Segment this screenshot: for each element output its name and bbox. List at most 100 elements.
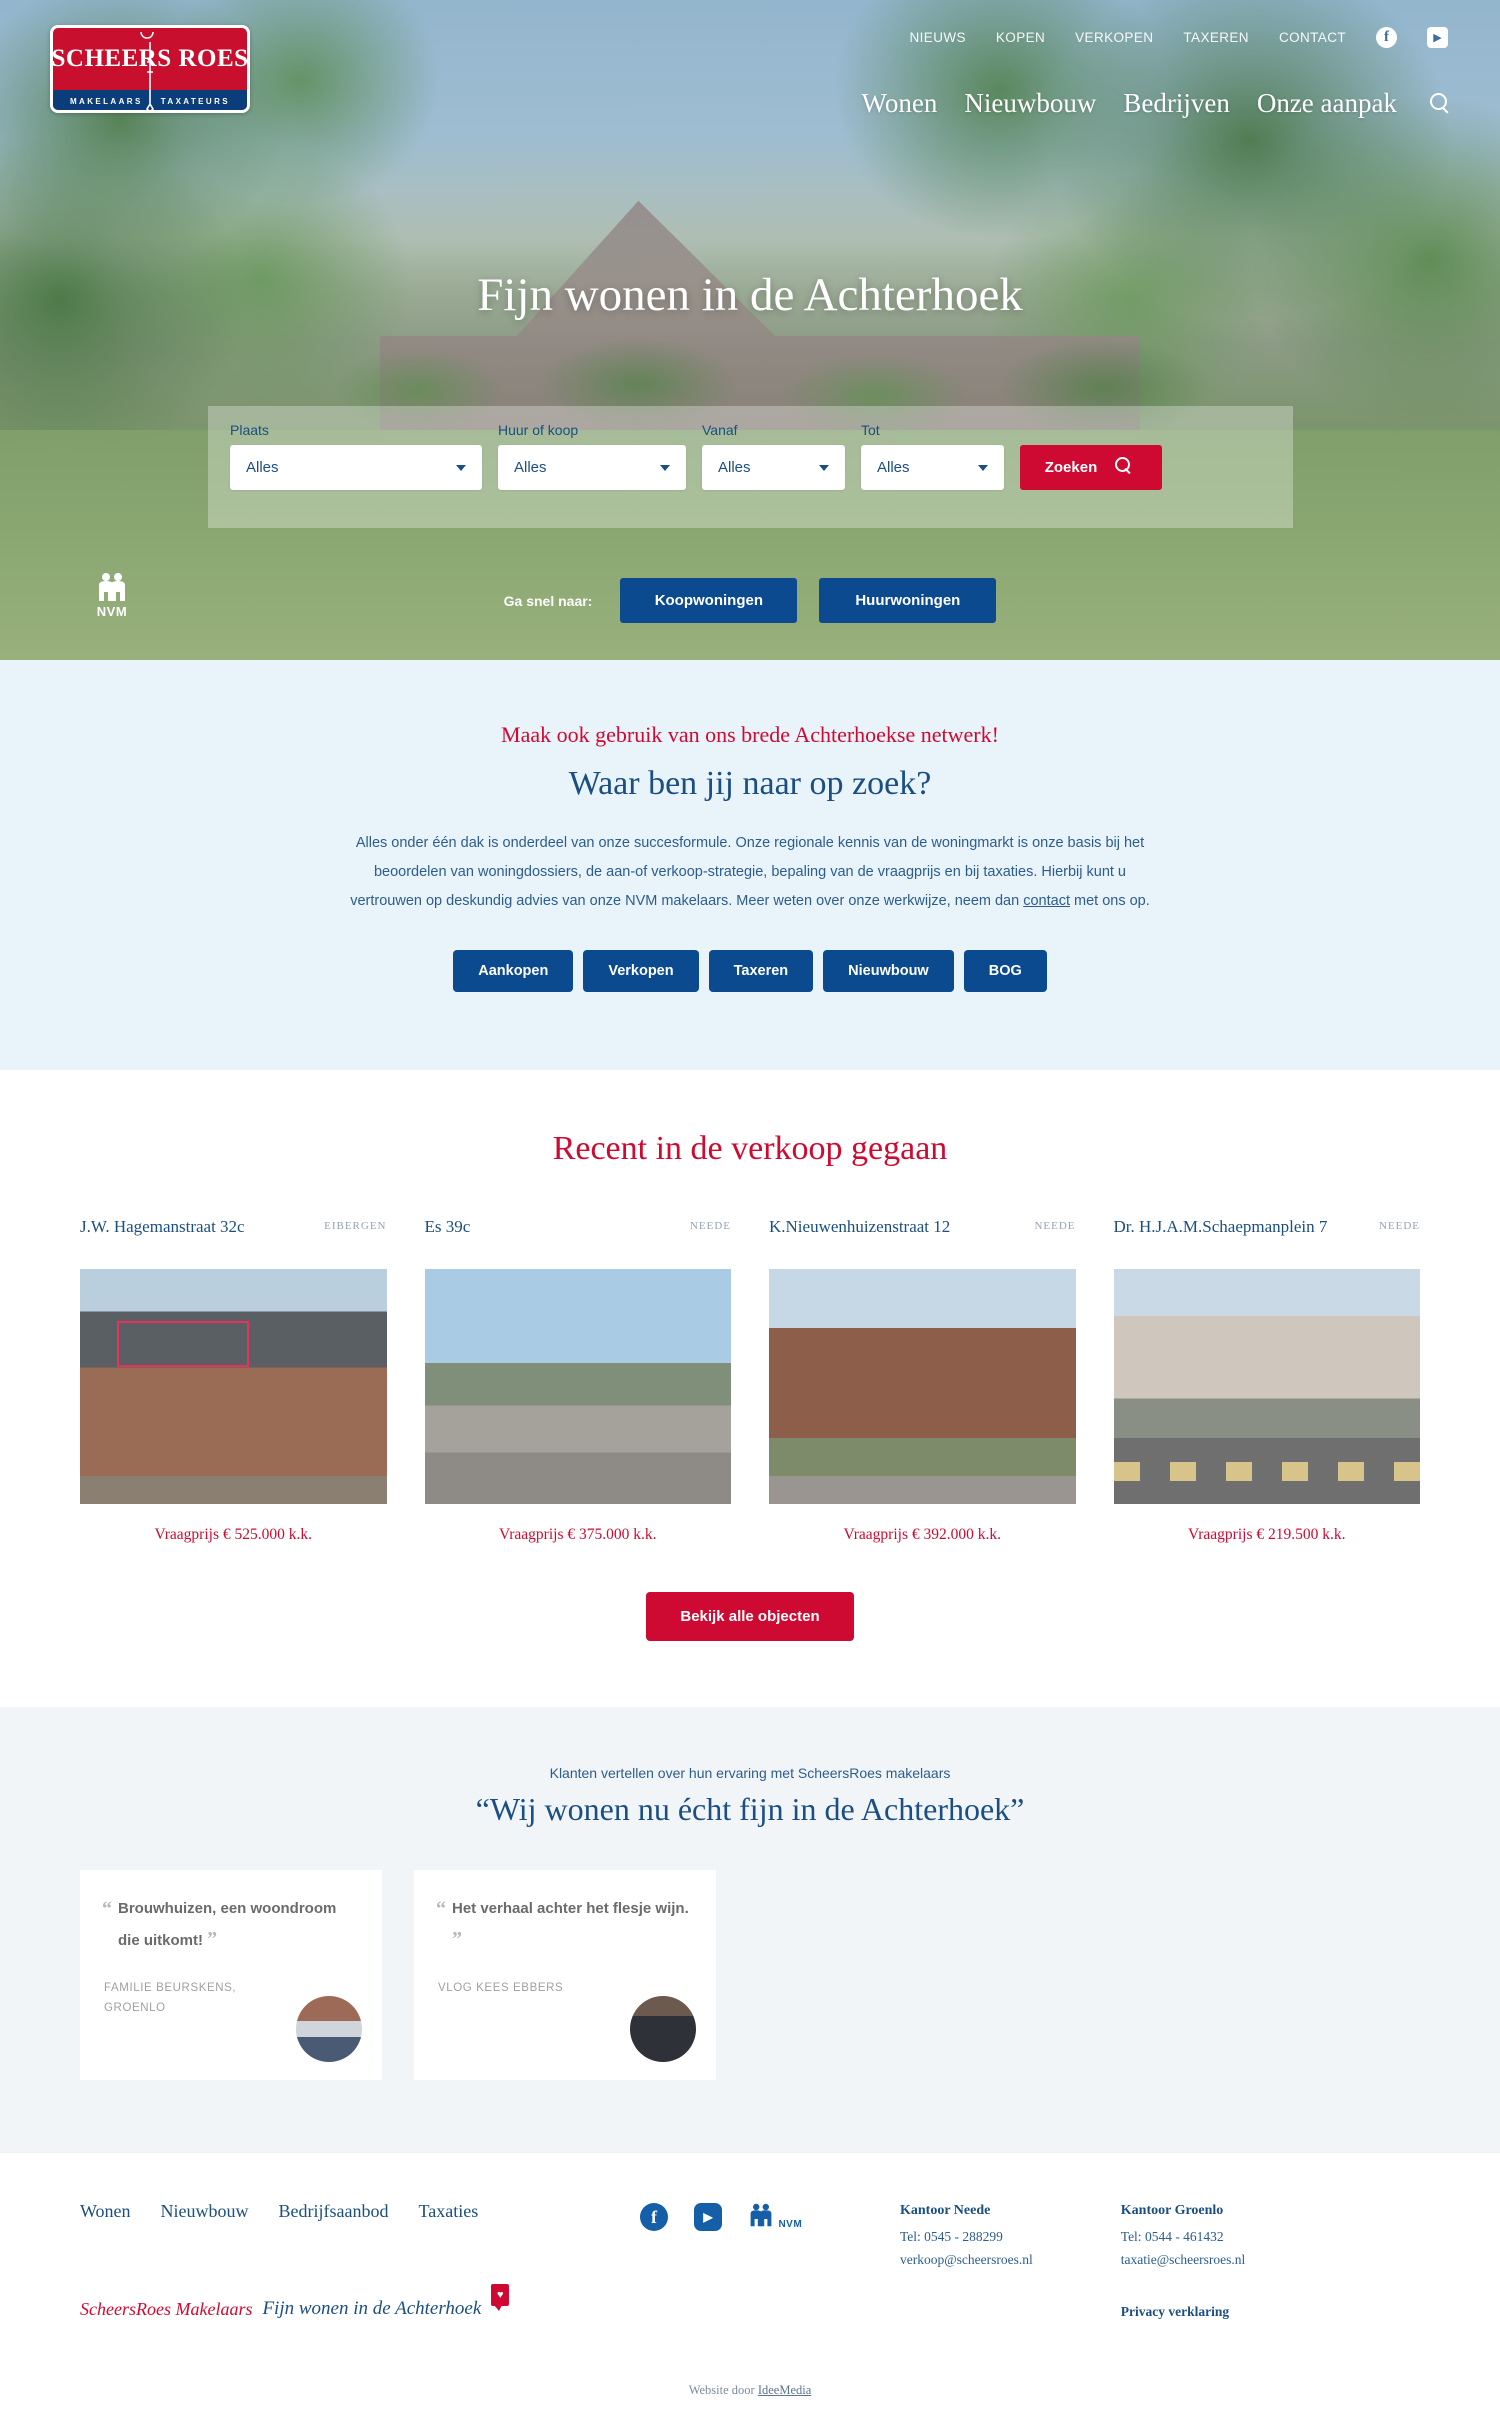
- testimonials-heading: “Wij wonen nu écht fijn in de Achterhoek…: [475, 1791, 1025, 1827]
- search-submit-button[interactable]: Zoeken: [1020, 445, 1162, 490]
- primary-nav: Wonen Nieuwbouw Bedrijven Onze aanpak: [862, 88, 1452, 119]
- footer-nav-taxaties[interactable]: Taxaties: [419, 2201, 479, 2222]
- quote-open-icon: “: [436, 1898, 446, 1920]
- nvm-badge-footer[interactable]: NVM: [748, 2203, 802, 2232]
- listing-city: NEEDE: [1378, 1220, 1420, 1232]
- listing-photo: [1113, 1269, 1420, 1504]
- select-vanaf-value: Alles: [718, 459, 751, 476]
- office-phone[interactable]: Tel: 0544 - 461432: [1121, 2226, 1246, 2249]
- youtube-icon[interactable]: ▶: [1427, 27, 1448, 48]
- top-nav-kopen[interactable]: KOPEN: [996, 30, 1045, 45]
- listings-section: Recent in de verkoop gegaan J.W. Hageman…: [0, 1070, 1500, 1707]
- nav-wonen[interactable]: Wonen: [862, 88, 938, 119]
- listing-price: Vraagprijs € 375.000 k.k.: [499, 1526, 657, 1543]
- listing-address: Dr. H.J.A.M.Schaepmanplein 7: [1113, 1217, 1328, 1236]
- chip-taxeren[interactable]: Taxeren: [708, 950, 814, 992]
- footer-nav-bedrijfsaanbod[interactable]: Bedrijfsaanbod: [279, 2201, 389, 2222]
- search-field-huur-of-koop: Huur of koop Alles: [498, 422, 686, 490]
- listing-photo: [424, 1269, 731, 1504]
- nav-nieuwbouw[interactable]: Nieuwbouw: [964, 88, 1096, 119]
- select-plaats[interactable]: Alles: [230, 445, 482, 490]
- testimonial-meta: VLOG KEES EBBERS: [438, 1982, 564, 1995]
- property-search-panel: Plaats Alles Huur of koop Alles Vanaf Al…: [208, 406, 1293, 528]
- chip-nieuwbouw[interactable]: Nieuwbouw: [823, 950, 954, 992]
- listings-heading: Recent in de verkoop gegaan: [552, 1130, 948, 1167]
- quick-links: Ga snel naar: Koopwoningen Huurwoningen: [0, 578, 1500, 623]
- listing-header: J.W. Hagemanstraat 32c EIBERGEN: [80, 1216, 387, 1258]
- select-tot[interactable]: Alles: [861, 445, 1004, 490]
- search-icon: [1115, 456, 1137, 479]
- youtube-icon[interactable]: ▶: [694, 2203, 722, 2231]
- testimonials-subtitle: Klanten vertellen over hun ervaring met …: [549, 1765, 951, 1781]
- nav-bedrijven[interactable]: Bedrijven: [1123, 88, 1229, 119]
- chevron-down-icon: [978, 464, 988, 471]
- office-email[interactable]: verkoop@scheersroes.nl: [900, 2249, 1033, 2272]
- site-logo[interactable]: SCHEERS ROES MAKELAARS TAXATEURS: [50, 25, 250, 113]
- top-nav-verkopen[interactable]: VERKOPEN: [1075, 30, 1153, 45]
- facebook-icon[interactable]: f: [640, 2203, 668, 2231]
- listings-cta-wrap: Bekijk alle objecten: [0, 1592, 1500, 1641]
- top-nav-taxeren[interactable]: TAXEREN: [1183, 30, 1249, 45]
- testimonial-card[interactable]: “ Het verhaal achter het flesje wijn. ” …: [414, 1870, 716, 2080]
- testimonial-card[interactable]: “ Brouwhuizen, een woondroom die uitkomt…: [80, 1870, 382, 2080]
- logo-top: SCHEERS ROES: [53, 28, 247, 110]
- intro-body: Alles onder één dak is onderdeel van onz…: [350, 829, 1150, 916]
- quick-link-koopwoningen[interactable]: Koopwoningen: [620, 578, 798, 623]
- select-tot-value: Alles: [877, 459, 910, 476]
- chip-verkopen[interactable]: Verkopen: [583, 950, 699, 992]
- chip-aankopen[interactable]: Aankopen: [453, 950, 574, 992]
- quick-links-label: Ga snel naar:: [503, 592, 593, 609]
- office-phone[interactable]: Tel: 0545 - 288299: [900, 2226, 1033, 2249]
- footer-nav-wonen[interactable]: Wonen: [80, 2201, 131, 2222]
- top-nav-contact[interactable]: CONTACT: [1279, 30, 1346, 45]
- select-vanaf[interactable]: Alles: [702, 445, 845, 490]
- top-nav-nieuws[interactable]: NIEUWS: [909, 30, 965, 45]
- search-field-vanaf: Vanaf Alles: [702, 422, 845, 490]
- hero-section: SCHEERS ROES MAKELAARS TAXATEURS NIEUWS …: [0, 0, 1500, 660]
- label-plaats: Plaats: [230, 422, 269, 438]
- office-title: Kantoor Groenlo: [1120, 2203, 1224, 2218]
- search-icon[interactable]: [1430, 92, 1452, 115]
- privacy-link[interactable]: Privacy verklaring: [1121, 2304, 1229, 2320]
- office-title: Kantoor Neede: [900, 2203, 991, 2218]
- chevron-down-icon: [660, 464, 670, 471]
- testimonial-meta: FAMILIE BEURSKENS, GROENLO: [104, 1982, 237, 2014]
- listing-city: NEEDE: [689, 1220, 731, 1232]
- listing-card[interactable]: Es 39c NEEDE Vraagprijs € 375.000 k.k.: [424, 1216, 731, 1544]
- testimonials-section: Klanten vertellen over hun ervaring met …: [0, 1707, 1500, 2152]
- footer-nav: Wonen Nieuwbouw Bedrijfsaanbod Taxaties: [80, 2201, 640, 2222]
- select-plaats-value: Alles: [246, 459, 279, 476]
- chevron-down-icon: [819, 464, 829, 471]
- logo-sub-makelaars: MAKELAARS: [69, 97, 143, 106]
- site-footer: Wonen Nieuwbouw Bedrijfsaanbod Taxaties …: [0, 2152, 1500, 2424]
- credit-link[interactable]: IdeeMedia: [758, 2383, 811, 2397]
- search-field-tot: Tot Alles: [861, 422, 1004, 490]
- avatar: [630, 1996, 696, 2062]
- listing-price: Vraagprijs € 525.000 k.k.: [154, 1526, 313, 1543]
- listing-price: Vraagprijs € 219.500 k.k.: [1188, 1526, 1346, 1543]
- intro-body-part2: met ons op.: [1069, 893, 1150, 909]
- view-all-objects-button[interactable]: Bekijk alle objecten: [646, 1592, 854, 1641]
- chip-bog[interactable]: BOG: [963, 950, 1047, 992]
- nav-onze-aanpak[interactable]: Onze aanpak: [1257, 88, 1397, 119]
- listing-header: Dr. H.J.A.M.Schaepmanplein 7 NEEDE: [1114, 1216, 1421, 1258]
- footer-left-column: Wonen Nieuwbouw Bedrijfsaanbod Taxaties …: [80, 2201, 640, 2320]
- intro-contact-link[interactable]: contact: [1023, 893, 1070, 909]
- search-field-plaats: Plaats Alles: [230, 422, 482, 490]
- footer-slogan: Fijn wonen in de Achterhoek: [262, 2298, 482, 2319]
- footer-offices: Kantoor Neede Tel: 0545 - 288299 verkoop…: [900, 2201, 1245, 2321]
- office-email[interactable]: taxatie@scheersroes.nl: [1121, 2249, 1246, 2272]
- logo-sub-taxateurs: TAXATEURS: [160, 97, 231, 106]
- footer-brand-name: ScheersRoes Makelaars: [80, 2299, 253, 2319]
- chevron-down-icon: [456, 464, 466, 471]
- listing-city: EIBERGEN: [324, 1220, 387, 1232]
- listing-card[interactable]: J.W. Hagemanstraat 32c EIBERGEN Vraagpri…: [80, 1216, 387, 1544]
- listing-card[interactable]: K.Nieuwenhuizenstraat 12 NEEDE Vraagprij…: [769, 1216, 1076, 1544]
- quick-link-huurwoningen[interactable]: Huurwoningen: [819, 578, 997, 623]
- select-huur-of-koop[interactable]: Alles: [498, 445, 686, 490]
- footer-nav-nieuwbouw[interactable]: Nieuwbouw: [161, 2201, 249, 2222]
- facebook-icon[interactable]: f: [1376, 27, 1397, 48]
- listing-address: K.Nieuwenhuizenstraat 12: [769, 1217, 951, 1236]
- listing-card[interactable]: Dr. H.J.A.M.Schaepmanplein 7 NEEDE Vraag…: [1113, 1216, 1421, 1544]
- quote-close-icon: ”: [207, 1928, 218, 1951]
